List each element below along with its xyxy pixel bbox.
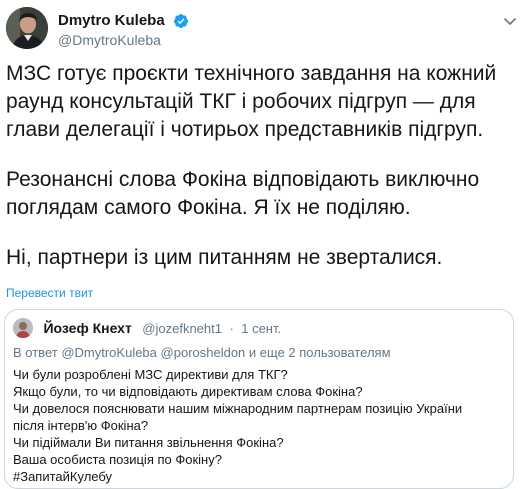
quoted-line: Чи довелося пояснювати нашим міжнародним… <box>13 401 463 416</box>
quoted-hashtag[interactable]: #ЗапитайКулебу <box>13 468 505 485</box>
quoted-line: Чи підіймали Ви питання звільнення Фокін… <box>13 435 284 450</box>
tweet-body: МЗС готує проєкти технічного завдання на… <box>6 60 522 272</box>
profile-photo-icon <box>13 318 33 338</box>
quoted-line: Ваша особиста позиція по Фокіну? <box>13 452 222 467</box>
author-header: Dmytro Kuleba @DmytroKuleba <box>58 12 189 49</box>
reply-prefix: В ответ <box>13 345 58 360</box>
quoted-tweet-card[interactable]: Йозеф Кнехт @jozefkneht1 · 1 сент. В отв… <box>4 309 514 489</box>
quoted-author-avatar[interactable] <box>13 318 33 338</box>
reply-context: В ответ @DmytroKuleba @porosheldon и еще… <box>13 344 391 361</box>
quoted-tweet-body: Чи були розроблені МЗС директиви для ТКГ… <box>13 366 505 485</box>
reply-mention[interactable]: @DmytroKuleba <box>61 345 157 360</box>
chevron-down-icon[interactable] <box>502 13 518 29</box>
quoted-tweet-header: Йозеф Кнехт @jozefkneht1 · 1 сент. <box>13 318 281 338</box>
tweet-paragraph: Ні, партнери із цим питанням не звертали… <box>6 246 443 269</box>
profile-photo-icon <box>6 7 48 49</box>
quoted-line: Чи були розроблені МЗС директиви для ТКГ… <box>13 367 288 382</box>
quoted-line: Якщо були, то чи відповідають директивам… <box>13 384 363 399</box>
reply-mention[interactable]: @porosheldon <box>161 345 246 360</box>
translate-tweet-link[interactable]: Перевести твит <box>6 286 93 300</box>
separator-dot: · <box>229 320 234 336</box>
quoted-author-handle[interactable]: @jozefkneht1 <box>142 321 222 336</box>
tweet-paragraph: Резонансні слова Фокіна відповідають вик… <box>6 168 480 219</box>
author-handle[interactable]: @DmytroKuleba <box>58 31 189 49</box>
tweet: Dmytro Kuleba @DmytroKuleba МЗС готує пр… <box>0 0 528 489</box>
author-avatar[interactable] <box>6 7 48 49</box>
reply-suffix[interactable]: и еще 2 пользователям <box>249 345 391 360</box>
tweet-paragraph: МЗС готує проєкти технічного завдання на… <box>6 62 497 141</box>
quoted-author-name[interactable]: Йозеф Кнехт <box>43 320 131 336</box>
verified-badge-icon <box>174 14 189 28</box>
quoted-line: після інтерв'ю Фокіна? <box>13 418 149 433</box>
quoted-tweet-date[interactable]: 1 сент. <box>241 321 281 336</box>
author-display-name[interactable]: Dmytro Kuleba <box>58 12 165 30</box>
